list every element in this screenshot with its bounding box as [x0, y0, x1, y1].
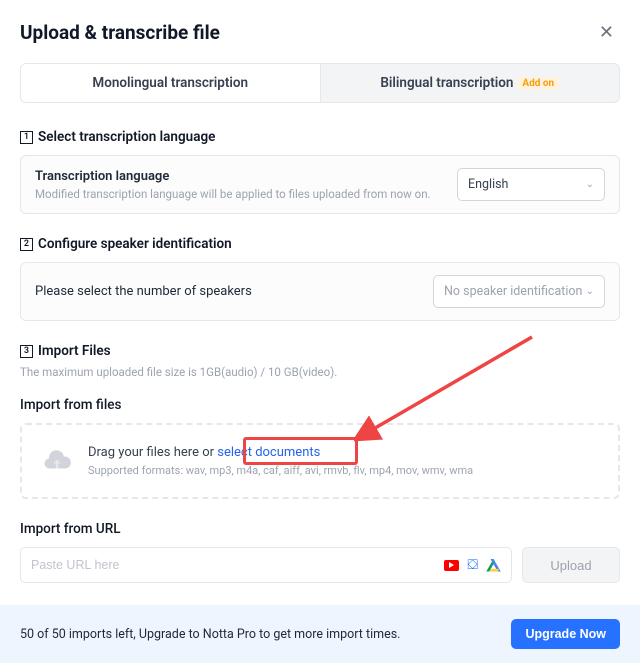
- footer-text: 50 of 50 imports left, Upgrade to Notta …: [20, 627, 400, 642]
- import-from-url-label: Import from URL: [20, 521, 620, 537]
- transcription-type-tabs: Monolingual transcription Bilingual tran…: [20, 63, 620, 103]
- step1-heading-text: Select transcription language: [38, 129, 215, 145]
- dropzone-prefix: Drag your files here or: [88, 445, 217, 460]
- supported-formats: Supported formats: wav, mp3, m4a, caf, a…: [88, 464, 473, 477]
- upgrade-now-button[interactable]: Upgrade Now: [511, 619, 620, 649]
- url-row: ⛋ Upload: [20, 547, 620, 583]
- cloud-upload-icon: [40, 446, 74, 476]
- tab-bilingual[interactable]: Bilingual transcription Add on: [321, 64, 620, 102]
- step-number-3: 3: [20, 345, 33, 358]
- speaker-prompt: Please select the number of speakers: [35, 284, 252, 299]
- tab-bilingual-label: Bilingual transcription: [380, 75, 513, 91]
- step2-heading: 2 Configure speaker identification: [20, 236, 620, 252]
- step3-heading-text: Import Files: [38, 343, 111, 359]
- language-select-value: English: [468, 177, 508, 192]
- page-title: Upload & transcribe file: [20, 21, 220, 44]
- transcription-language-label: Transcription language: [35, 169, 431, 184]
- upload-button[interactable]: Upload: [522, 547, 620, 583]
- youtube-icon: [444, 560, 459, 571]
- step3-heading: 3 Import Files: [20, 343, 620, 359]
- step1-heading: 1 Select transcription language: [20, 129, 620, 145]
- footer-bar: 50 of 50 imports left, Upgrade to Notta …: [0, 605, 640, 663]
- url-input-wrapper: ⛋: [20, 547, 512, 583]
- language-select[interactable]: English ⌄: [457, 168, 605, 201]
- step2-heading-text: Configure speaker identification: [38, 236, 232, 252]
- dropbox-icon: ⛋: [467, 557, 478, 573]
- select-documents-link[interactable]: select documents: [217, 445, 320, 460]
- tab-monolingual[interactable]: Monolingual transcription: [21, 64, 321, 102]
- addon-badge: Add on: [517, 77, 559, 90]
- file-size-note: The maximum uploaded file size is 1GB(au…: [20, 365, 620, 379]
- step2-box: Please select the number of speakers No …: [20, 262, 620, 321]
- brand-icons: ⛋: [444, 557, 501, 573]
- step-number-2: 2: [20, 238, 33, 251]
- step1-box: Transcription language Modified transcri…: [20, 155, 620, 214]
- speaker-count-placeholder: No speaker identification: [444, 284, 582, 299]
- file-dropzone[interactable]: Drag your files here or select documents…: [20, 423, 620, 499]
- chevron-down-icon: ⌄: [586, 286, 594, 297]
- transcription-language-sub: Modified transcription language will be …: [35, 187, 431, 201]
- close-icon[interactable]: ✕: [593, 20, 620, 45]
- import-from-files-label: Import from files: [20, 397, 620, 413]
- dropzone-main-text: Drag your files here or select documents: [88, 445, 473, 460]
- speaker-count-select[interactable]: No speaker identification ⌄: [433, 275, 605, 308]
- chevron-down-icon: ⌄: [586, 179, 594, 190]
- google-drive-icon: [486, 559, 501, 572]
- url-input[interactable]: [31, 558, 313, 572]
- step-number-1: 1: [20, 131, 33, 144]
